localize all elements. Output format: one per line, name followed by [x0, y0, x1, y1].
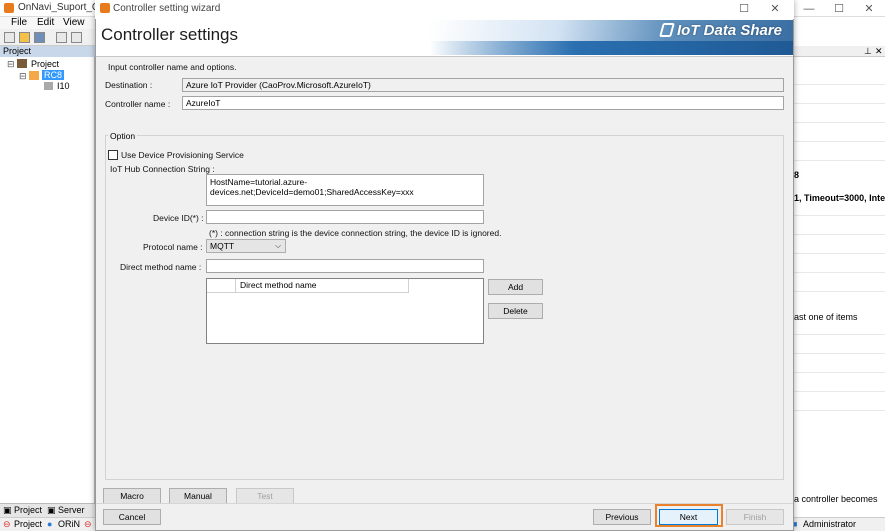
destination-label: Destination :: [105, 80, 153, 90]
connection-string-line: HostName=tutorial.azure-: [210, 177, 308, 187]
menu-edit[interactable]: Edit: [37, 17, 54, 28]
cancel-button[interactable]: Cancel: [103, 509, 161, 525]
brand-banner-band: [430, 41, 793, 55]
macro-button[interactable]: Macro: [103, 488, 161, 504]
controller-folder-icon: [29, 71, 39, 80]
iot-data-share-logo: IoT Data Share: [659, 21, 791, 41]
wizard-icon: [100, 3, 110, 13]
controller-name-label: Controller name :: [105, 99, 171, 109]
manual-button[interactable]: Manual: [169, 488, 227, 504]
test-button[interactable]: Test: [236, 488, 294, 504]
add-button[interactable]: Add: [488, 279, 543, 295]
divider: [794, 372, 885, 373]
paste-icon[interactable]: [71, 32, 82, 43]
option-group-label: Option: [108, 131, 138, 141]
divider: [794, 103, 885, 104]
project-icon: [17, 59, 27, 68]
menu-view[interactable]: View: [63, 17, 85, 28]
device-id-input[interactable]: [206, 210, 484, 224]
divider: [794, 84, 885, 85]
tab-server[interactable]: ▣ Server: [47, 505, 85, 516]
list-header-blank: [207, 279, 236, 293]
divider: [794, 353, 885, 354]
list-header-direct-method[interactable]: Direct method name: [236, 279, 409, 293]
orin-icon: ●: [47, 519, 53, 529]
tab-project-label: Project: [14, 505, 43, 515]
tree-collapse-icon[interactable]: ⊟: [7, 59, 15, 70]
divider: [794, 122, 885, 123]
app-logo-icon: [4, 3, 14, 13]
dps-checkbox[interactable]: [108, 150, 118, 160]
divider: [794, 215, 885, 216]
open-folder-icon[interactable]: [19, 32, 30, 43]
connection-string-input[interactable]: HostName=tutorial.azure- devices.net;Dev…: [206, 174, 484, 206]
status-project[interactable]: Project: [14, 519, 42, 529]
dps-checkbox-label[interactable]: Use Device Provisioning Service: [121, 150, 244, 160]
save-icon[interactable]: [34, 32, 45, 43]
protocol-select[interactable]: MQTT: [206, 239, 286, 253]
brand-mark-icon: [659, 23, 675, 37]
project-pane-header: Project: [0, 46, 95, 57]
device-icon: [44, 82, 53, 90]
protocol-label: Protocol name :: [143, 242, 203, 252]
tree-node-rc8[interactable]: RC8: [42, 70, 65, 80]
divider: [794, 272, 885, 273]
properties-pane: [794, 17, 885, 517]
divider: [794, 253, 885, 254]
property-value: 8: [794, 170, 800, 180]
direct-method-input[interactable]: [206, 259, 484, 273]
brand-name: IoT Data Share: [677, 22, 783, 39]
divider: [794, 291, 885, 292]
menu-file[interactable]: File: [11, 17, 27, 28]
maximize-icon[interactable]: ☐: [832, 2, 846, 16]
close-icon[interactable]: ✕: [862, 2, 876, 16]
tree-node-i10[interactable]: I10: [57, 81, 70, 91]
pin-icon[interactable]: ⊥: [864, 46, 872, 57]
header-divider: [96, 56, 793, 57]
property-description: ast one of items: [794, 312, 858, 322]
minimize-icon[interactable]: —: [802, 2, 816, 16]
chevron-down-icon[interactable]: ⌵: [275, 241, 281, 251]
property-description: a controller becomes: [794, 494, 878, 504]
direct-method-label: Direct method name :: [120, 262, 202, 272]
divider: [794, 141, 885, 142]
page-title: Controller settings: [101, 25, 239, 44]
tree-node-project[interactable]: Project: [31, 59, 59, 69]
instruction-text: Input controller name and options.: [108, 62, 237, 72]
property-value: 1, Timeout=3000, Interv: [794, 193, 885, 203]
divider: [794, 391, 885, 392]
dialog-title: Controller setting wizard: [113, 3, 221, 14]
status-user: Administrator: [803, 519, 857, 529]
divider: [794, 160, 885, 161]
tab-server-label: Server: [58, 505, 85, 515]
previous-button[interactable]: Previous: [593, 509, 651, 525]
dialog-maximize-icon[interactable]: ☐: [737, 2, 751, 16]
project-tree: [0, 57, 95, 503]
tab-project[interactable]: ▣ Project: [3, 505, 42, 516]
controller-name-input[interactable]: AzureIoT: [182, 96, 784, 110]
dialog-close-icon[interactable]: ✕: [768, 2, 782, 16]
close-pane-icon[interactable]: ✕: [875, 46, 883, 57]
device-id-label: Device ID(*) :: [153, 213, 204, 223]
status-orin[interactable]: ORiN: [58, 519, 80, 529]
destination-field: Azure IoT Provider (CaoProv.Microsoft.Az…: [182, 78, 784, 92]
tree-collapse-icon[interactable]: ⊟: [19, 71, 27, 82]
divider: [794, 334, 885, 335]
next-button-highlight: [655, 504, 723, 527]
divider: [794, 234, 885, 235]
error-icon: ⊖: [3, 519, 11, 529]
stop-icon: ⊖: [84, 519, 92, 529]
new-file-icon[interactable]: [4, 32, 15, 43]
device-id-note: (*) : connection string is the device co…: [209, 228, 502, 238]
divider: [794, 410, 885, 411]
copy-icon[interactable]: [56, 32, 67, 43]
connection-string-line: devices.net;DeviceId=demo01;SharedAccess…: [210, 187, 414, 197]
delete-button[interactable]: Delete: [488, 303, 543, 319]
finish-button[interactable]: Finish: [726, 509, 784, 525]
connection-string-label: IoT Hub Connection String :: [110, 164, 215, 174]
